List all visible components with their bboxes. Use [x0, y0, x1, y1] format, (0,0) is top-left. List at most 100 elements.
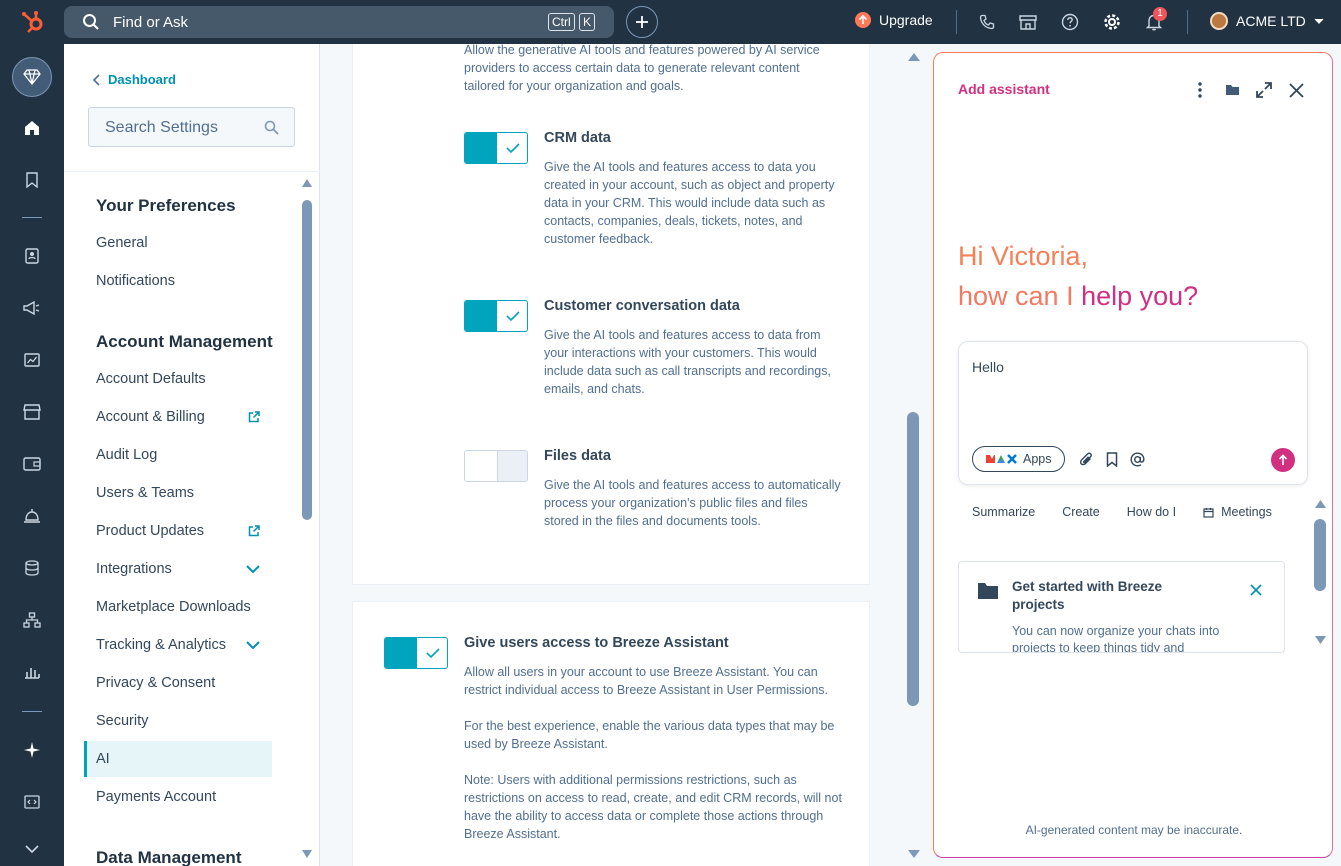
- chip-create[interactable]: Create: [1062, 505, 1100, 519]
- greeting-line-1: Hi Victoria,: [958, 241, 1089, 271]
- rail-developer-code-icon[interactable]: [21, 791, 43, 813]
- settings-nav-list: Your Preferences General Notifications A…: [64, 172, 295, 866]
- message-input[interactable]: Hello: [972, 359, 1004, 375]
- apps-button[interactable]: Apps: [972, 446, 1065, 472]
- rail-service-bell-icon[interactable]: [21, 505, 43, 527]
- scroll-down-arrow-icon[interactable]: [1314, 635, 1327, 645]
- scroll-down-arrow-icon[interactable]: [907, 849, 921, 859]
- sidebar-item-general[interactable]: General: [84, 225, 272, 261]
- rail-marketing-megaphone-icon[interactable]: [21, 297, 43, 319]
- hubspot-logo-icon[interactable]: [20, 9, 46, 35]
- chevron-down-icon: [246, 565, 260, 573]
- rail-item-home-active[interactable]: [12, 57, 52, 97]
- sidebar-item-ai[interactable]: AI: [84, 741, 272, 777]
- upgrade-arrow-icon: [855, 12, 871, 28]
- rail-bookmark-icon[interactable]: [21, 169, 43, 191]
- sidebar-item-product-updates[interactable]: Product Updates: [84, 513, 272, 549]
- shortcut-key-k: K: [579, 13, 596, 31]
- rail-wallet-icon[interactable]: [21, 453, 43, 475]
- primary-nav-rail: [0, 44, 64, 866]
- checkmark-icon: [506, 143, 520, 154]
- sidebar-item-label: Marketplace Downloads: [96, 599, 251, 615]
- rail-expand-chevron-down-icon[interactable]: [21, 838, 43, 860]
- attach-paperclip-icon[interactable]: [1077, 450, 1095, 468]
- sidebar-item-label: Integrations: [96, 561, 172, 577]
- send-message-button[interactable]: [1271, 448, 1295, 472]
- sidebar-item-privacy-consent[interactable]: Privacy & Consent: [84, 665, 272, 701]
- content-scrollbar[interactable]: [907, 412, 919, 706]
- sidebar-item-label: Users & Teams: [96, 485, 195, 501]
- sidebar-item-account-billing[interactable]: Account & Billing: [84, 399, 272, 435]
- create-new-button[interactable]: [626, 6, 658, 38]
- sidebar-item-tracking-analytics[interactable]: Tracking & Analytics: [84, 627, 272, 663]
- calling-phone-icon[interactable]: [977, 12, 997, 32]
- sidebar-item-notifications[interactable]: Notifications: [84, 263, 272, 299]
- chip-meetings-label: Meetings: [1221, 505, 1272, 519]
- sidebar-item-security[interactable]: Security: [84, 703, 272, 739]
- close-icon[interactable]: [1250, 584, 1262, 596]
- back-to-dashboard-link[interactable]: Dashboard: [92, 72, 176, 87]
- crm-data-description: Give the AI tools and features access to…: [544, 160, 835, 246]
- chip-meetings[interactable]: Meetings: [1203, 505, 1272, 519]
- sidebar-item-marketplace-downloads[interactable]: Marketplace Downloads: [84, 589, 272, 625]
- section-heading-data-management: Data Management: [96, 848, 242, 866]
- external-link-icon: [248, 525, 260, 537]
- close-icon[interactable]: [1287, 81, 1305, 99]
- chip-summarize[interactable]: Summarize: [972, 505, 1035, 519]
- assistant-scrollbar[interactable]: [1314, 519, 1326, 591]
- crm-data-toggle[interactable]: [464, 132, 528, 164]
- chip-how-do-i[interactable]: How do I: [1127, 505, 1176, 519]
- chevron-down-icon: [1314, 18, 1324, 24]
- upgrade-button[interactable]: Upgrade: [855, 12, 933, 28]
- assistant-title: Add assistant: [958, 81, 1050, 97]
- projects-folder-icon[interactable]: [1223, 81, 1241, 99]
- mention-at-icon[interactable]: [1128, 450, 1146, 468]
- rail-home-icon[interactable]: [21, 117, 43, 139]
- scroll-up-arrow-icon[interactable]: [1314, 499, 1327, 509]
- info-card-title: Get started with Breeze projects: [1012, 579, 1163, 612]
- settings-search-input[interactable]: Search Settings: [88, 107, 295, 147]
- suggestion-chips: Summarize Create How do I Meetings: [972, 505, 1299, 519]
- ai-settings-content: Allow the generative AI tools and featur…: [320, 44, 928, 866]
- sidebar-item-account-defaults[interactable]: Account Defaults: [84, 361, 272, 397]
- apps-logos-icon: [986, 454, 1017, 464]
- help-icon[interactable]: [1060, 12, 1080, 32]
- rail-reports-icon[interactable]: [21, 349, 43, 371]
- external-link-icon: [248, 411, 260, 423]
- rail-automation-icon[interactable]: [21, 609, 43, 631]
- settings-gear-icon[interactable]: [1102, 12, 1122, 32]
- rail-breeze-sparkle-icon[interactable]: [21, 739, 43, 761]
- rail-commerce-store-icon[interactable]: [21, 401, 43, 423]
- sidebar-item-payments-account[interactable]: Payments Account: [84, 779, 272, 815]
- breeze-access-paragraph-2: For the best experience, enable the vari…: [464, 719, 835, 751]
- global-search-bar[interactable]: Find or Ask Ctrl K: [64, 6, 614, 38]
- rail-data-database-icon[interactable]: [21, 557, 43, 579]
- assistant-message-composer[interactable]: Hello Apps: [958, 341, 1308, 485]
- breeze-assistant-access-toggle[interactable]: [384, 637, 448, 669]
- expand-fullscreen-icon[interactable]: [1255, 81, 1273, 99]
- scroll-up-arrow-icon[interactable]: [907, 52, 921, 62]
- scroll-up-arrow-icon[interactable]: [301, 178, 313, 188]
- sidebar-item-audit-log[interactable]: Audit Log: [84, 437, 272, 473]
- sidebar-item-label: Product Updates: [96, 523, 205, 539]
- marketplace-icon[interactable]: [1018, 12, 1038, 32]
- rail-analytics-bars-icon[interactable]: [21, 661, 43, 683]
- customer-conversation-data-toggle[interactable]: [464, 300, 528, 332]
- search-icon: [264, 120, 279, 135]
- chevron-down-icon: [246, 641, 260, 649]
- rail-contacts-icon[interactable]: [21, 245, 43, 267]
- more-options-kebab-icon[interactable]: [1191, 81, 1209, 99]
- saved-prompts-bookmark-icon[interactable]: [1103, 450, 1121, 468]
- back-link-label: Dashboard: [108, 72, 176, 87]
- sidebar-item-integrations[interactable]: Integrations: [84, 551, 272, 587]
- ai-disclaimer: AI-generated content may be inaccurate.: [1025, 823, 1243, 837]
- sidebar-item-label: AI: [96, 751, 110, 767]
- sidebar-scrollbar[interactable]: [302, 200, 312, 520]
- scroll-down-arrow-icon[interactable]: [301, 849, 313, 859]
- breeze-access-paragraph-3: Note: Users with additional permissions …: [464, 773, 842, 841]
- plus-icon: [636, 16, 648, 28]
- sidebar-item-users-teams[interactable]: Users & Teams: [84, 475, 272, 511]
- files-data-toggle[interactable]: [464, 450, 528, 482]
- checkmark-icon: [506, 311, 520, 322]
- account-menu[interactable]: ACME LTD: [1210, 12, 1324, 30]
